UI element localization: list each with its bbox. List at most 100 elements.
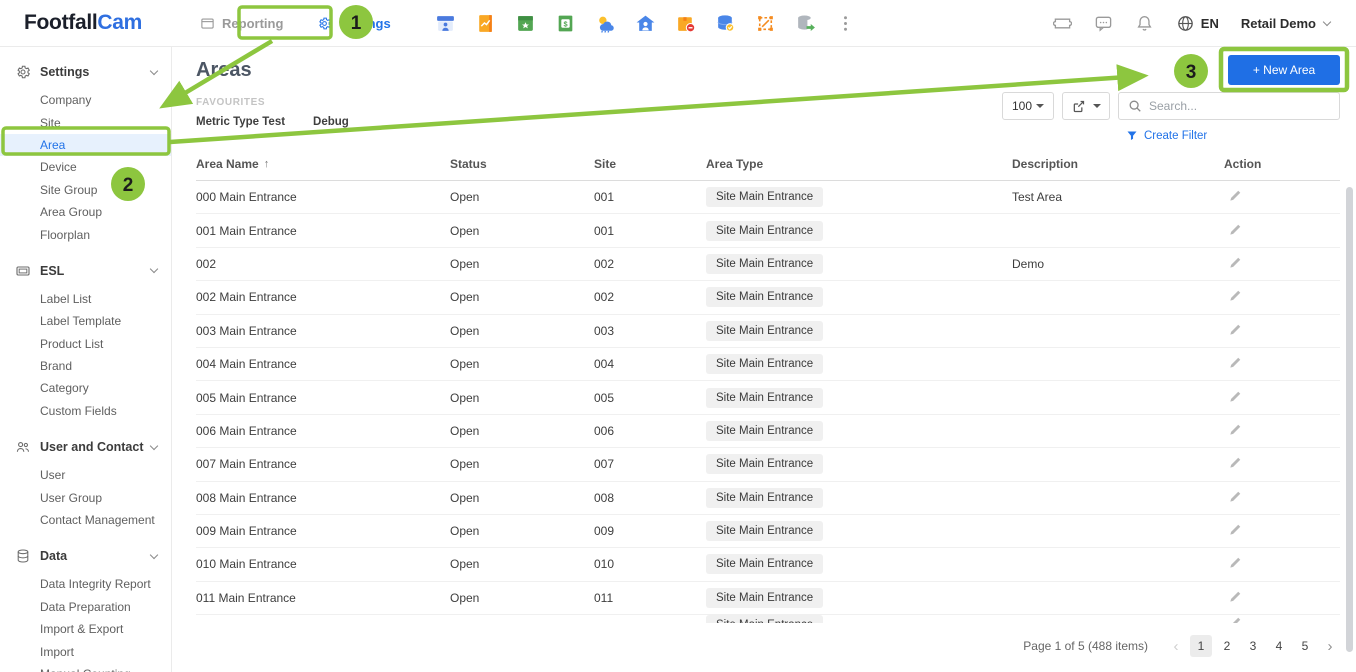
table-row[interactable]: 010 Main Entrance Open 010 Site Main Ent… <box>196 548 1340 581</box>
ticket-icon[interactable] <box>1053 14 1072 33</box>
sidebar-item-area-group[interactable]: Area Group <box>0 201 171 223</box>
edit-pencil-icon[interactable] <box>1228 589 1243 604</box>
pagination-page-5[interactable]: 5 <box>1294 635 1316 657</box>
sidebar-item-floorplan[interactable]: Floorplan <box>0 223 171 245</box>
edit-pencil-icon[interactable] <box>1228 188 1243 203</box>
search-field[interactable] <box>1118 92 1340 120</box>
sidebar-item-import[interactable]: Import <box>0 640 171 662</box>
people-icon <box>15 439 31 455</box>
sort-asc-icon[interactable]: ↑ <box>264 158 270 170</box>
sidebar-section-esl: ESL Label List Label Template Product Li… <box>0 258 171 422</box>
sidebar-item-data-preparation[interactable]: Data Preparation <box>0 596 171 618</box>
sidebar-item-company[interactable]: Company <box>0 89 171 111</box>
area-editor-app-icon[interactable] <box>755 13 776 34</box>
edit-pencil-icon[interactable] <box>1228 489 1243 504</box>
pagination-page-1[interactable]: 1 <box>1190 635 1212 657</box>
sidebar-section-data-header[interactable]: Data <box>0 543 171 569</box>
column-header-site[interactable]: Site <box>594 157 706 171</box>
pagination-next-icon[interactable]: › <box>1320 638 1340 655</box>
weather-app-icon[interactable] <box>595 13 616 34</box>
pagination-page-3[interactable]: 3 <box>1242 635 1264 657</box>
column-header-description[interactable]: Description <box>1012 157 1224 171</box>
column-header-status[interactable]: Status <box>450 157 594 171</box>
table-row[interactable]: 005 Main Entrance Open 005 Site Main Ent… <box>196 381 1340 414</box>
cell-area-name: 010 Main Entrance <box>196 557 450 571</box>
table-row[interactable]: 006 Main Entrance Open 006 Site Main Ent… <box>196 415 1340 448</box>
edit-pencil-icon[interactable] <box>1228 222 1243 237</box>
table-row[interactable]: 008 Main Entrance Open 008 Site Main Ent… <box>196 482 1340 515</box>
sidebar-item-device[interactable]: Device <box>0 156 171 178</box>
sidebar-item-custom-fields[interactable]: Custom Fields <box>0 400 171 422</box>
sidebar-item-label-template[interactable]: Label Template <box>0 310 171 332</box>
chevron-down-icon <box>1323 17 1331 25</box>
sidebar-item-data-integrity-report[interactable]: Data Integrity Report <box>0 573 171 595</box>
create-filter-link[interactable]: Create Filter <box>1118 130 1340 142</box>
sidebar-section-user-contact-header[interactable]: User and Contact <box>0 434 171 460</box>
table-row[interactable]: 004 Main Entrance Open 004 Site Main Ent… <box>196 348 1340 381</box>
more-icon[interactable] <box>835 13 856 34</box>
pagination-prev-icon[interactable]: ‹ <box>1166 638 1186 655</box>
pagination-page-4[interactable]: 4 <box>1268 635 1290 657</box>
search-input[interactable] <box>1149 99 1319 113</box>
ledger-app-icon[interactable]: $ <box>555 13 576 34</box>
database-check-app-icon[interactable] <box>715 13 736 34</box>
new-area-button[interactable]: + New Area <box>1228 55 1340 85</box>
area-type-badge: Site Main Entrance <box>706 521 823 541</box>
table-row[interactable]: 007 Main Entrance Open 007 Site Main Ent… <box>196 448 1340 481</box>
sidebar-item-area[interactable]: Area <box>0 134 171 156</box>
event-calendar-app-icon[interactable] <box>515 13 536 34</box>
pagination-page-2[interactable]: 2 <box>1216 635 1238 657</box>
sidebar-section-settings-header[interactable]: Settings <box>0 59 171 85</box>
sidebar-item-user-group[interactable]: User Group <box>0 486 171 508</box>
package-app-icon[interactable] <box>675 13 696 34</box>
export-button[interactable] <box>1062 92 1110 120</box>
sidebar-item-user[interactable]: User <box>0 464 171 486</box>
data-export-app-icon[interactable] <box>795 13 816 34</box>
sidebar-item-import-export[interactable]: Import & Export <box>0 618 171 640</box>
sidebar-item-brand[interactable]: Brand <box>0 355 171 377</box>
edit-pencil-icon[interactable] <box>1228 322 1243 337</box>
table-row[interactable]: 002 Main Entrance Open 002 Site Main Ent… <box>196 281 1340 314</box>
edit-pencil-icon[interactable] <box>1228 355 1243 370</box>
sidebar-item-site[interactable]: Site <box>0 111 171 133</box>
edit-pencil-icon[interactable] <box>1228 288 1243 303</box>
edit-pencil-icon[interactable] <box>1228 455 1243 470</box>
sidebar-item-product-list[interactable]: Product List <box>0 333 171 355</box>
edit-pencil-icon[interactable] <box>1228 422 1243 437</box>
edit-pencil-icon[interactable] <box>1228 389 1243 404</box>
table-row[interactable]: 002 Open 002 Site Main Entrance Demo <box>196 248 1340 281</box>
column-header-area-name[interactable]: Area Name↑ <box>196 157 450 171</box>
nav-reporting[interactable]: Reporting <box>200 16 283 31</box>
nav-settings[interactable]: Settings <box>317 16 390 31</box>
sales-report-app-icon[interactable] <box>475 13 496 34</box>
column-header-area-type[interactable]: Area Type <box>706 157 1012 171</box>
vertical-scrollbar[interactable] <box>1346 187 1353 652</box>
brand-logo[interactable]: FootfallCam <box>24 11 142 35</box>
table-row[interactable]: 003 Main Entrance Open 003 Site Main Ent… <box>196 315 1340 348</box>
favourite-debug[interactable]: Debug <box>313 116 349 128</box>
account-menu[interactable]: Retail Demo <box>1241 16 1330 31</box>
table-row[interactable]: 009 Main Entrance Open 009 Site Main Ent… <box>196 515 1340 548</box>
store-app-icon[interactable] <box>435 13 456 34</box>
edit-pencil-icon[interactable] <box>1228 555 1243 570</box>
chevron-down-icon <box>150 265 158 273</box>
sidebar-section-esl-header[interactable]: ESL <box>0 258 171 284</box>
home-app-icon[interactable] <box>635 13 656 34</box>
cell-site: 003 <box>594 324 706 338</box>
language-selector[interactable]: EN <box>1176 14 1219 33</box>
table-row[interactable]: 000 Main Entrance Open 001 Site Main Ent… <box>196 181 1340 214</box>
chat-icon[interactable] <box>1094 14 1113 33</box>
edit-pencil-icon[interactable] <box>1228 522 1243 537</box>
bell-icon[interactable] <box>1135 14 1154 33</box>
page-size-select[interactable]: 100 <box>1002 92 1054 120</box>
sidebar-item-label-list[interactable]: Label List <box>0 288 171 310</box>
edit-pencil-icon[interactable] <box>1228 255 1243 270</box>
table-row[interactable]: 011 Main Entrance Open 011 Site Main Ent… <box>196 582 1340 615</box>
sidebar-item-site-group[interactable]: Site Group <box>0 179 171 201</box>
favourite-metric-type-test[interactable]: Metric Type Test <box>196 116 285 128</box>
sidebar-item-manual-counting[interactable]: Manual Counting <box>0 663 171 672</box>
sidebar-item-contact-management[interactable]: Contact Management <box>0 509 171 531</box>
table-row[interactable]: 001 Main Entrance Open 001 Site Main Ent… <box>196 214 1340 247</box>
cell-site: 007 <box>594 457 706 471</box>
sidebar-item-category[interactable]: Category <box>0 377 171 399</box>
